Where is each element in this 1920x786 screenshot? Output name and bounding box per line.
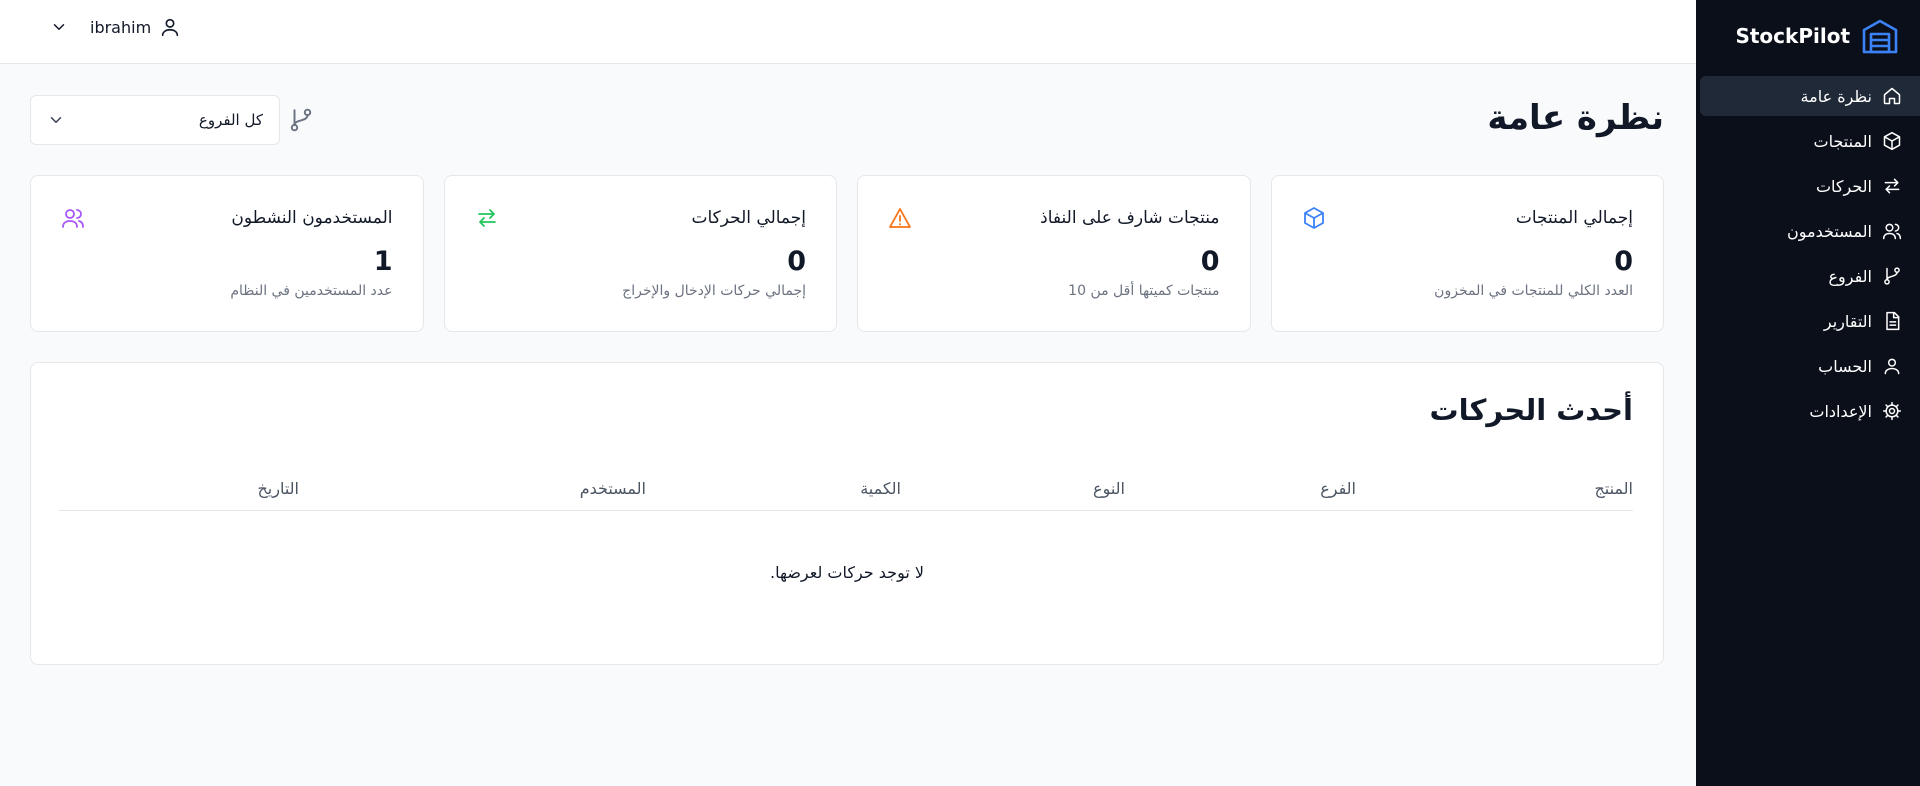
sidebar-item-products[interactable]: المنتجات [1700,121,1920,161]
sidebar: StockPilot نظرة عامة المنتجات الحركات ال… [1696,0,1920,786]
main-content: نظرة عامة كل الفروع إجمالي المنتجات 0 ال… [0,64,1696,786]
home-icon [1883,87,1901,105]
column-header-branch: الفرع [1320,479,1356,498]
box-icon [1883,131,1901,151]
brand-name: StockPilot [1735,24,1850,48]
transfer-icon [1884,178,1900,194]
column-header-user: المستخدم [579,479,646,498]
branch-filter-value: كل الفروع [198,111,263,129]
sidebar-item-account[interactable]: الحساب [1700,346,1920,386]
stat-card-total-movements: إجمالي الحركات 0 إجمالي حركات الإدخال وا… [443,175,837,332]
column-header-product: المنتج [1594,479,1633,498]
column-header-date: التاريخ [257,479,299,498]
card-desc: منتجات كميتها أقل من 10 [1068,283,1220,299]
box-icon [1303,207,1324,229]
table-header: المنتج الفرع النوع الكمية المستخدم التار… [59,471,1633,511]
branch-icon [1884,267,1900,285]
sidebar-item-settings[interactable]: الإعدادات [1700,391,1920,431]
user-icon [161,18,179,37]
gear-icon [1882,401,1902,421]
chevron-down-icon [50,117,62,123]
card-title: إجمالي المنتجات [1515,208,1633,228]
branch-filter-select[interactable]: كل الفروع [30,95,280,145]
brand[interactable]: StockPilot [1696,0,1920,72]
page-title: نظرة عامة [1487,98,1664,138]
recent-movements-panel: أحدث الحركات المنتج الفرع النوع الكمية ا… [30,362,1664,665]
card-value: 0 [1200,246,1220,277]
sidebar-item-branches[interactable]: الفروع [1700,256,1920,296]
card-value: 0 [1614,246,1633,277]
stats-cards: إجمالي المنتجات 0 العدد الكلي للمنتجات ف… [30,175,1664,332]
card-title: منتجات شارف على النفاذ [1040,208,1220,228]
column-header-quantity: الكمية [860,479,901,498]
card-desc: إجمالي حركات الإدخال والإخراج [622,283,806,299]
branch-icon [290,108,312,132]
transfer-icon [477,209,496,227]
card-desc: العدد الكلي للمنتجات في المخزون [1434,283,1633,299]
card-title: إجمالي الحركات [691,208,806,228]
sidebar-item-label: الإعدادات [1809,401,1872,421]
report-icon [1886,311,1900,331]
warehouse-logo-icon [1862,19,1898,54]
sidebar-item-reports[interactable]: التقارير [1700,301,1920,341]
sidebar-item-label: التقارير [1823,311,1872,331]
sidebar-item-label: نظرة عامة [1800,86,1872,106]
sidebar-item-label: الحركات [1815,176,1872,196]
sidebar-item-label: المستخدمون [1787,221,1872,241]
users-icon [62,209,84,228]
user-name: ibrahim [90,17,152,37]
sidebar-nav: نظرة عامة المنتجات الحركات المستخدمون ال… [1696,72,1920,431]
sidebar-item-movements[interactable]: الحركات [1700,166,1920,206]
topbar: ibrahim [0,0,1696,64]
card-value: 0 [787,246,806,277]
card-title: المستخدمون النشطون [231,208,393,228]
card-value: 1 [373,246,393,277]
warning-icon [889,208,911,228]
stat-card-total-products: إجمالي المنتجات 0 العدد الكلي للمنتجات ف… [1270,175,1664,332]
empty-state-message: لا توجد حركات لعرضها. [769,563,924,582]
column-header-type: النوع [1093,479,1125,498]
stat-card-low-stock: منتجات شارف على النفاذ 0 منتجات كميتها أ… [857,175,1251,332]
users-icon [1882,223,1902,240]
sidebar-item-users[interactable]: المستخدمون [1700,211,1920,251]
user-icon [1884,358,1900,375]
card-desc: عدد المستخدمين في النظام [230,283,393,299]
sidebar-item-overview[interactable]: نظرة عامة [1700,76,1920,116]
recent-movements-title: أحدث الحركات [1429,393,1634,427]
sidebar-item-label: المنتجات [1813,131,1873,151]
stat-card-active-users: المستخدمون النشطون 1 عدد المستخدمين في ا… [30,175,424,332]
sidebar-item-label: الحساب [1818,356,1872,376]
chevron-down-icon [53,24,65,30]
sidebar-item-label: الفروع [1828,266,1872,286]
user-menu[interactable]: ibrahim [50,16,181,38]
